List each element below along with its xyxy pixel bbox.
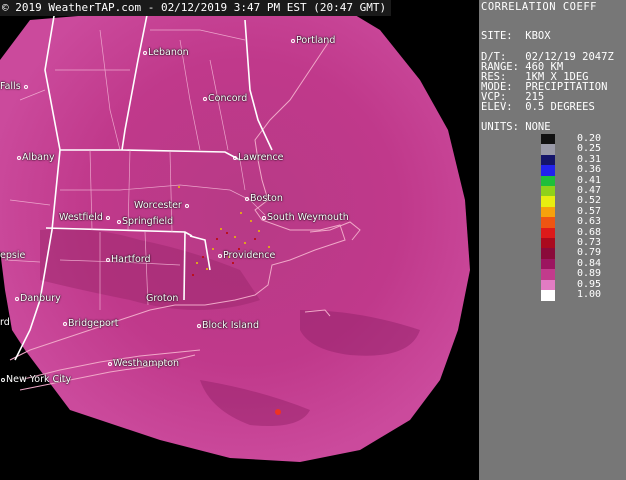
city-marker-icon [63, 321, 67, 326]
color-swatch [541, 279, 555, 291]
units-label: UNITS: NONE [481, 121, 551, 133]
city-marker-icon [23, 84, 28, 89]
city-marker-icon [1, 377, 5, 382]
color-swatch [541, 186, 555, 197]
color-swatch [541, 196, 555, 208]
color-scale-label: 1.00 [577, 289, 602, 300]
city-marker-icon [105, 215, 110, 220]
city-marker-icon [203, 96, 207, 101]
city-label: Lebanon [143, 47, 189, 58]
city-label: Providence [218, 250, 275, 261]
city-label: Bridgeport [63, 318, 118, 329]
color-swatch [541, 290, 555, 301]
color-swatch [541, 217, 555, 229]
color-swatch [541, 238, 555, 249]
city-marker-icon [15, 296, 19, 301]
city-label: Hartford [106, 254, 151, 265]
meta-row: SITE: KBOX [481, 30, 551, 42]
product-title: CORRELATION COEFF [481, 1, 597, 13]
city-label: Falls [0, 81, 29, 92]
color-swatch [541, 144, 555, 156]
color-swatch [541, 227, 555, 239]
city-marker-icon [17, 155, 21, 160]
city-marker-icon [291, 38, 295, 43]
city-label: rd [0, 317, 10, 328]
color-scale-label: 0.89 [577, 268, 602, 280]
color-scale-label: 0.52 [577, 195, 602, 207]
color-swatch [541, 248, 555, 260]
city-marker-icon [106, 257, 110, 262]
city-marker-icon [143, 50, 147, 55]
city-marker-icon [184, 203, 189, 208]
city-label: South Weymouth [262, 212, 349, 223]
radar-map[interactable]: © 2019 WeatherTAP.com - 02/12/2019 3:47 … [0, 0, 479, 480]
city-marker-icon [218, 253, 222, 258]
color-scale-label: 0.36 [577, 164, 602, 176]
color-swatch [541, 175, 555, 187]
color-swatch [541, 154, 555, 166]
color-swatch [541, 134, 555, 145]
city-marker-icon [197, 323, 201, 328]
city-label: Groton [146, 293, 179, 304]
city-label: New York City [1, 374, 71, 385]
city-label: Lawrence [233, 152, 284, 163]
city-label: Worcester [134, 200, 190, 211]
legend-panel: CORRELATION COEFF SITE: KBOX D/T: 02/12/… [479, 0, 626, 480]
color-swatch [541, 206, 555, 218]
city-label: Albany [17, 152, 55, 163]
color-scale-label: 0.79 [577, 247, 602, 259]
city-label: Block Island [197, 320, 259, 331]
city-label: Concord [203, 93, 247, 104]
color-scale-label: 0.63 [577, 216, 602, 228]
timestamp-banner: © 2019 WeatherTAP.com - 02/12/2019 3:47 … [0, 0, 392, 16]
city-marker-icon [108, 361, 112, 366]
city-label: Portland [291, 35, 335, 46]
city-label: Westhampton [108, 358, 179, 369]
city-label: epsie [0, 250, 26, 261]
city-marker-icon [245, 196, 249, 201]
color-swatch [541, 165, 555, 177]
city-marker-icon [262, 215, 266, 220]
city-label: Westfield [59, 212, 111, 223]
city-marker-icon [233, 155, 237, 160]
city-marker-icon [117, 219, 121, 224]
color-scale-label: 0.25 [577, 143, 602, 155]
city-label: Springfield [117, 216, 173, 227]
color-swatch [541, 269, 555, 281]
color-swatch [541, 258, 555, 270]
meta-row: ELEV: 0.5 DEGREES [481, 101, 595, 113]
city-label: Boston [245, 193, 283, 204]
radar-echo-layer [0, 0, 470, 462]
city-label: Danbury [15, 293, 61, 304]
